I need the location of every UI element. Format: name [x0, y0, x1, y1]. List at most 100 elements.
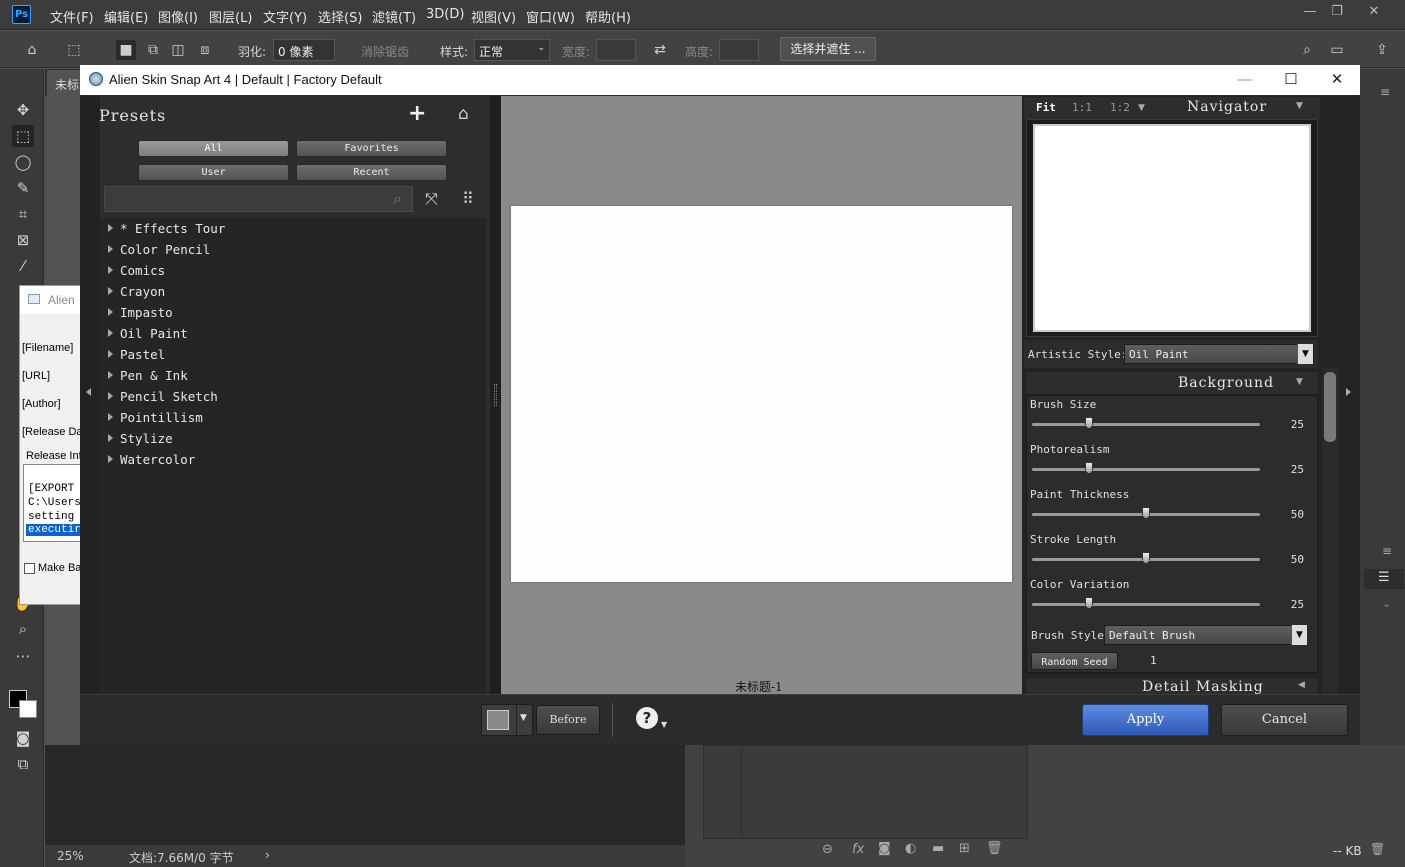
slider-value[interactable]: 25	[1274, 463, 1304, 476]
feather-input[interactable]: 0 像素	[273, 39, 335, 61]
cancel-button[interactable]: Cancel	[1221, 704, 1348, 736]
menu-layer[interactable]: 图层(L)	[209, 7, 252, 26]
slider-value[interactable]: 25	[1274, 418, 1304, 431]
quick-select-tool-icon[interactable]: ✎	[12, 177, 34, 199]
preset-search-input[interactable]: ⌕	[104, 186, 413, 212]
adjustment-icon[interactable]: ◐	[905, 841, 916, 856]
random-seed-button[interactable]: Random Seed	[1031, 652, 1118, 670]
filter-user-button[interactable]: User	[138, 164, 289, 181]
chevron-right-icon[interactable]: ›	[265, 848, 270, 862]
share-icon[interactable]: ⇪	[1372, 40, 1392, 60]
more-tools-icon[interactable]: ⋯	[12, 645, 34, 667]
collapse-background-icon[interactable]: ▼	[1296, 377, 1303, 387]
filter-all-button[interactable]: All	[138, 140, 289, 157]
zoom-1-1-button[interactable]: 1:1	[1072, 101, 1092, 114]
minimize-icon[interactable]: —	[1230, 69, 1260, 91]
preset-category-comics[interactable]: Comics	[108, 263, 165, 278]
view-mode-button[interactable]: ▼	[481, 704, 533, 736]
select-and-mask-button[interactable]: 选择并遮住 ...	[780, 37, 876, 61]
crop-tool-icon[interactable]: ⌗	[12, 203, 34, 225]
zoom-tool-icon[interactable]: ⌕	[12, 618, 34, 640]
chevron-down-icon[interactable]: ▼	[1291, 625, 1307, 645]
preset-category-effects-tour[interactable]: * Effects Tour	[108, 221, 225, 236]
close-icon[interactable]: ✕	[1322, 69, 1352, 91]
menu-3d[interactable]: 3D(D)	[426, 7, 464, 22]
menu-edit[interactable]: 编辑(E)	[104, 7, 148, 26]
panel-menu-icon-2[interactable]: ≡	[1382, 544, 1392, 558]
filter-favorites-button[interactable]: Favorites	[296, 140, 447, 157]
background-header[interactable]: Background ▼	[1026, 372, 1318, 394]
mask-icon[interactable]: ◙	[878, 841, 891, 856]
preset-category-pointillism[interactable]: Pointillism	[108, 410, 203, 425]
zoom-level[interactable]: 25%	[57, 849, 84, 863]
slider-track[interactable]	[1032, 603, 1260, 606]
preset-category-oil-paint[interactable]: Oil Paint	[108, 326, 188, 341]
subtract-selection-icon[interactable]: ◫	[168, 40, 188, 60]
menu-file[interactable]: 文件(F)	[50, 7, 94, 26]
preset-category-color-pencil[interactable]: Color Pencil	[108, 242, 210, 257]
trash-icon[interactable]: 🗑	[1370, 842, 1385, 856]
menu-help[interactable]: 帮助(H)	[585, 7, 631, 26]
frame-tool-icon[interactable]: ⊠	[12, 229, 34, 251]
trash-icon[interactable]: 🗑	[986, 841, 1003, 856]
help-button[interactable]: ? ▼	[634, 706, 674, 736]
new-selection-icon[interactable]: ■	[116, 40, 136, 60]
panel-menu-icon[interactable]: ≡	[1380, 85, 1390, 99]
chevron-down-icon[interactable]: ▼	[1297, 344, 1313, 364]
background-color-swatch[interactable]	[19, 700, 37, 718]
style-select[interactable]: 正常 ⌄	[474, 39, 550, 61]
minimize-icon[interactable]: —	[1298, 3, 1322, 23]
maximize-icon[interactable]: ❐	[1325, 3, 1349, 23]
brush-style-dropdown[interactable]: Default Brush	[1104, 625, 1307, 645]
expand-detail-masking-icon[interactable]: ◀	[1298, 680, 1305, 690]
preset-category-stylize[interactable]: Stylize	[108, 431, 173, 446]
new-layer-icon[interactable]: ⊞	[959, 841, 970, 856]
artistic-style-dropdown[interactable]: Oil Paint	[1124, 344, 1314, 364]
lasso-tool-icon[interactable]: ◯	[12, 151, 34, 173]
slider-track[interactable]	[1032, 423, 1260, 426]
quick-mask-icon[interactable]: ◙	[12, 727, 34, 749]
collapse-left-icon[interactable]	[86, 388, 91, 396]
add-selection-icon[interactable]: ⧉	[143, 40, 163, 60]
height-input[interactable]	[719, 39, 759, 61]
width-input[interactable]	[596, 39, 636, 61]
menu-image[interactable]: 图像(I)	[158, 7, 198, 26]
menu-filter[interactable]: 滤镜(T)	[372, 7, 416, 26]
preset-category-pen-ink[interactable]: Pen & Ink	[108, 368, 188, 383]
eyedropper-tool-icon[interactable]: ⁄	[12, 255, 34, 277]
slider-value[interactable]: 50	[1274, 508, 1304, 521]
folder-icon[interactable]: ▬	[932, 841, 944, 856]
marquee-preset-icon[interactable]: ⬚	[64, 40, 84, 60]
move-tool-icon[interactable]: ✥	[12, 99, 34, 121]
navigator-thumbnail[interactable]	[1033, 124, 1311, 332]
menu-window[interactable]: 窗口(W)	[526, 7, 575, 26]
add-preset-icon[interactable]: +	[408, 101, 426, 126]
slider-value[interactable]: 25	[1274, 598, 1304, 611]
settings-scrollbar-thumb[interactable]	[1324, 372, 1336, 442]
apply-button[interactable]: Apply	[1082, 704, 1209, 736]
preset-category-crayon[interactable]: Crayon	[108, 284, 165, 299]
home-icon[interactable]: ⌂	[22, 40, 42, 60]
menu-select[interactable]: 选择(S)	[318, 7, 362, 26]
detail-masking-header[interactable]: Detail Masking ◀	[1026, 678, 1318, 694]
fx-icon[interactable]: fx	[852, 842, 864, 857]
menu-type[interactable]: 文字(Y)	[263, 7, 307, 26]
link-icon[interactable]: ⊖	[822, 842, 833, 857]
home-icon[interactable]: ⌂	[458, 104, 469, 124]
preview-image[interactable]	[511, 206, 1012, 582]
make-backup-checkbox[interactable]	[24, 563, 35, 574]
preset-category-impasto[interactable]: Impasto	[108, 305, 173, 320]
list-icon[interactable]: ☰	[1378, 570, 1390, 585]
collapse-all-icon[interactable]: ⤧	[425, 189, 438, 209]
collapse-right-icon[interactable]	[1346, 388, 1351, 396]
zoom-fit-button[interactable]: Fit	[1036, 101, 1056, 114]
rect-marquee-tool-icon[interactable]: ⬚	[12, 125, 34, 147]
presets-collapse-strip[interactable]	[80, 96, 100, 694]
search-icon[interactable]: ⌕	[1297, 40, 1317, 60]
zoom-1-2-button[interactable]: 1:2	[1110, 101, 1130, 114]
intersect-selection-icon[interactable]: ⧈	[195, 40, 215, 60]
slider-value[interactable]: 50	[1274, 553, 1304, 566]
slider-track[interactable]	[1032, 468, 1260, 471]
random-seed-value[interactable]: 1	[1150, 654, 1157, 667]
menu-view[interactable]: 视图(V)	[471, 7, 516, 26]
